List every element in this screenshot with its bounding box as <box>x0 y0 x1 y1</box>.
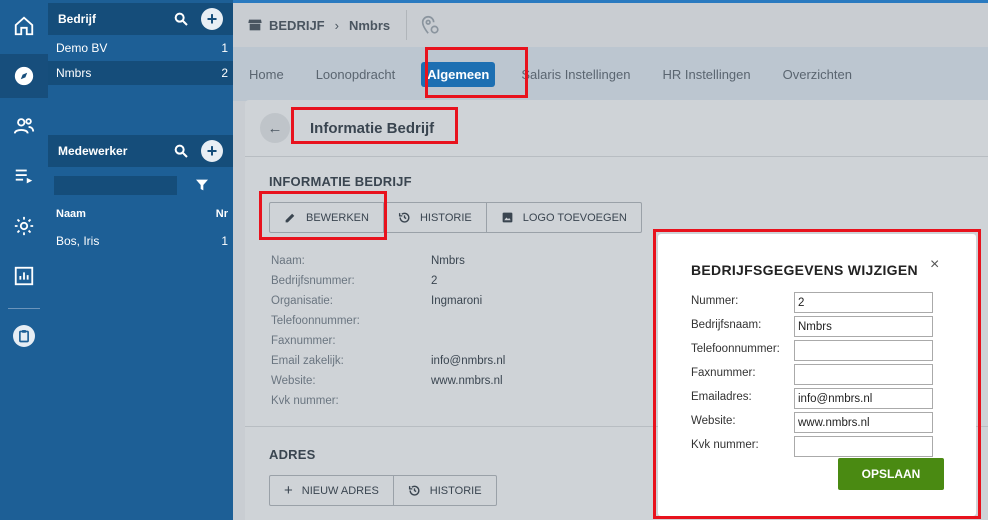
address-history-button[interactable]: HISTORIE <box>394 476 496 505</box>
back-button[interactable]: ← <box>260 113 290 143</box>
employee-column-header: Naam Nr <box>48 208 233 224</box>
field-value: 2 <box>431 275 438 287</box>
home-icon[interactable] <box>0 4 48 48</box>
field-label: Telefoonnummer: <box>271 315 360 327</box>
field-value: Ingmaroni <box>431 295 483 307</box>
tab-overzichten[interactable]: Overzichten <box>783 63 852 86</box>
company-item[interactable]: Demo BV 1 <box>48 36 233 60</box>
list-play-icon[interactable] <box>0 154 48 198</box>
field-value: info@nmbrs.nl <box>431 355 506 367</box>
add-logo-button-label: LOGO TOEVOEGEN <box>522 211 627 224</box>
field-label: Website: <box>271 375 316 387</box>
field-value: Nmbrs <box>431 255 465 267</box>
history-icon <box>398 212 410 223</box>
rail-divider <box>8 308 40 309</box>
company-count: 1 <box>221 41 228 55</box>
history-icon <box>408 485 420 496</box>
highlight-box <box>259 191 387 240</box>
address-section-title: ADRES <box>269 447 316 462</box>
tab-salaris-instellingen[interactable]: Salaris Instellingen <box>521 63 630 86</box>
filter-icon[interactable] <box>194 177 210 193</box>
add-company-button[interactable]: + <box>201 8 223 30</box>
column-name[interactable]: Naam <box>56 208 216 224</box>
history-button[interactable]: HISTORIE <box>384 203 487 232</box>
address-history-button-label: HISTORIE <box>429 484 482 497</box>
search-icon[interactable] <box>173 143 189 159</box>
people-icon[interactable] <box>0 104 48 148</box>
breadcrumb-current: Nmbrs <box>348 17 391 33</box>
add-employee-button[interactable]: + <box>201 140 223 162</box>
column-nr[interactable]: Nr <box>216 208 228 224</box>
breadcrumb: BEDRIJF › Nmbrs <box>233 3 988 47</box>
location-settings-icon[interactable] <box>419 14 441 36</box>
company-count: 2 <box>221 66 228 80</box>
field-label: Organisatie: <box>271 295 334 307</box>
employee-item[interactable]: Bos, Iris 1 <box>48 229 233 253</box>
image-icon <box>502 212 513 223</box>
chart-icon[interactable] <box>0 254 48 298</box>
employee-panel-title: Medewerker <box>58 144 128 158</box>
employee-filter-input[interactable] <box>54 176 177 195</box>
field-value: www.nmbrs.nl <box>431 375 503 387</box>
new-address-button[interactable]: + NIEUW ADRES <box>270 476 394 505</box>
company-panel-header: Bedrijf + <box>48 3 233 35</box>
plus-icon: + <box>284 482 293 499</box>
tab-bar: Home Loonopdracht Algemeen Salaris Inste… <box>233 47 988 101</box>
compass-icon[interactable] <box>0 54 48 98</box>
company-name: Nmbrs <box>56 66 92 80</box>
company-name: Demo BV <box>56 41 108 55</box>
chevron-right-icon: › <box>334 17 339 33</box>
company-panel-title: Bedrijf <box>58 12 97 26</box>
store-icon <box>248 19 262 31</box>
highlight-box <box>425 47 528 98</box>
new-address-button-label: NIEUW ADRES <box>301 484 379 497</box>
list-panel: Bedrijf + Demo BV 1 Nmbrs 2 Medewerker +… <box>48 0 233 520</box>
arrow-left-icon: ← <box>267 119 283 137</box>
tab-loonopdracht[interactable]: Loonopdracht <box>316 63 396 86</box>
highlight-box <box>291 107 458 144</box>
tab-hr-instellingen[interactable]: HR Instellingen <box>662 63 750 86</box>
highlight-box <box>653 229 981 519</box>
history-button-label: HISTORIE <box>419 211 472 224</box>
field-label: Kvk nummer: <box>271 395 339 407</box>
icon-rail <box>0 0 48 520</box>
field-label: Email zakelijk: <box>271 355 344 367</box>
address-button-group: + NIEUW ADRES HISTORIE <box>269 475 497 506</box>
clipboard-icon[interactable] <box>0 314 48 358</box>
field-label: Faxnummer: <box>271 335 336 347</box>
field-label: Naam: <box>271 255 305 267</box>
add-logo-button[interactable]: LOGO TOEVOEGEN <box>487 203 641 232</box>
employee-name: Bos, Iris <box>56 234 100 248</box>
breadcrumb-section[interactable]: BEDRIJF <box>269 18 325 33</box>
field-label: Bedrijfsnummer: <box>271 275 355 287</box>
gear-icon[interactable] <box>0 204 48 248</box>
info-section-title: INFORMATIE BEDRIJF <box>269 174 412 189</box>
breadcrumb-divider <box>406 10 408 40</box>
employee-panel-header: Medewerker + <box>48 135 233 167</box>
company-item[interactable]: Nmbrs 2 <box>48 61 233 85</box>
employee-nr: 1 <box>221 234 228 248</box>
tab-home[interactable]: Home <box>249 63 284 86</box>
search-icon[interactable] <box>173 11 189 27</box>
